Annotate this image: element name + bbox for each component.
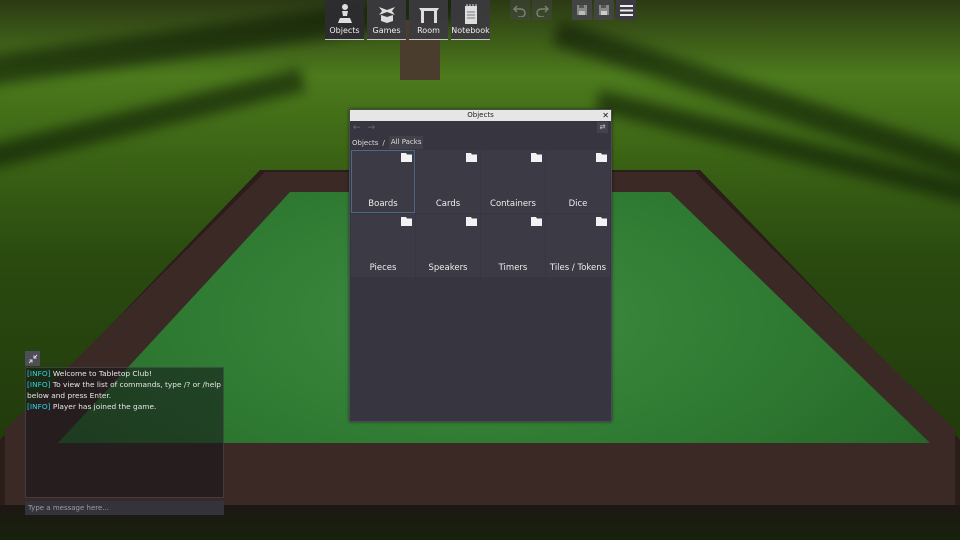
window-titlebar[interactable]: Objects ✕ <box>350 110 611 121</box>
folder-label: Dice <box>568 199 588 209</box>
open-box-icon <box>378 7 395 23</box>
folder-pieces[interactable]: Pieces <box>351 214 415 277</box>
save-icon <box>577 5 587 15</box>
notebook-label: Notebook <box>451 26 490 35</box>
folder-icon <box>466 153 477 162</box>
games-button[interactable]: Games <box>367 0 406 40</box>
folder-label: Containers <box>490 199 536 209</box>
window-title: Objects <box>467 111 494 119</box>
chat-message: [INFO] Player has joined the game. <box>26 401 223 412</box>
folder-timers[interactable]: Timers <box>481 214 545 277</box>
navigation-bar: ← → ⇄ <box>350 121 611 135</box>
chat-input[interactable] <box>25 501 224 515</box>
table-icon <box>418 8 439 23</box>
objects-label: Objects <box>329 26 360 35</box>
folder-icon <box>531 217 542 226</box>
quick-save-button[interactable] <box>572 0 592 20</box>
folder-grid: Boards Cards Containers Dice Pieces Spea… <box>350 150 611 277</box>
room-button[interactable]: Room <box>409 0 448 40</box>
folder-icon <box>401 153 412 162</box>
folder-label: Speakers <box>428 263 468 273</box>
folder-icon <box>596 217 607 226</box>
folder-icon <box>466 217 477 226</box>
folder-cards[interactable]: Cards <box>416 150 480 213</box>
breadcrumb-objects[interactable]: Objects <box>352 139 378 147</box>
info-tag: [INFO] <box>27 380 51 389</box>
load-icon <box>599 5 609 15</box>
folder-tiles-tokens[interactable]: Tiles / Tokens <box>546 214 610 277</box>
main-toolbar: Objects Games Room Notebook <box>325 0 490 40</box>
folder-dice[interactable]: Dice <box>546 150 610 213</box>
message-text: Welcome to Tabletop Club! <box>50 369 152 378</box>
breadcrumb: Objects / All Packs <box>350 136 611 149</box>
tree-shadow <box>0 67 306 174</box>
folder-label: Tiles / Tokens <box>549 263 607 273</box>
folder-icon <box>531 153 542 162</box>
folder-boards[interactable]: Boards <box>351 150 415 213</box>
message-text: To view the list of commands, type /? or… <box>27 380 221 400</box>
menu-icon <box>619 4 633 16</box>
breadcrumb-all-packs[interactable]: All Packs <box>388 136 424 149</box>
redo-button[interactable] <box>532 0 552 20</box>
folder-containers[interactable]: Containers <box>481 150 545 213</box>
info-tag: [INFO] <box>27 369 51 378</box>
menu-button[interactable] <box>616 0 636 20</box>
info-tag: [INFO] <box>27 402 51 411</box>
breadcrumb-separator: / <box>382 138 385 147</box>
objects-button[interactable]: Objects <box>325 0 364 40</box>
folder-label: Pieces <box>369 263 397 273</box>
notebook-button[interactable]: Notebook <box>451 0 490 40</box>
folder-label: Timers <box>498 263 528 273</box>
back-arrow-icon[interactable]: ← <box>353 123 361 133</box>
pawn-icon <box>337 4 352 23</box>
notebook-icon <box>464 4 477 24</box>
folder-icon <box>596 153 607 162</box>
chat-collapse-button[interactable] <box>25 351 40 366</box>
objects-window: Objects ✕ ← → ⇄ Objects / All Packs Boar… <box>349 109 612 422</box>
swap-view-icon[interactable]: ⇄ <box>597 122 608 133</box>
folder-label: Boards <box>368 199 398 209</box>
close-icon[interactable]: ✕ <box>602 110 609 121</box>
folder-icon <box>401 217 412 226</box>
quick-load-button[interactable] <box>594 0 614 20</box>
undo-icon <box>513 5 526 17</box>
folder-speakers[interactable]: Speakers <box>416 214 480 277</box>
message-text: Player has joined the game. <box>50 402 157 411</box>
room-label: Room <box>417 26 440 35</box>
games-label: Games <box>372 26 401 35</box>
chat-log[interactable]: [INFO] Welcome to Tabletop Club! [INFO] … <box>25 367 224 498</box>
undo-button[interactable] <box>510 0 530 20</box>
chat-message: [INFO] To view the list of commands, typ… <box>26 379 223 401</box>
collapse-arrows-icon <box>28 354 37 363</box>
folder-label: Cards <box>435 199 461 209</box>
chat-message: [INFO] Welcome to Tabletop Club! <box>26 368 223 379</box>
forward-arrow-icon[interactable]: → <box>368 123 376 133</box>
redo-icon <box>536 5 549 17</box>
